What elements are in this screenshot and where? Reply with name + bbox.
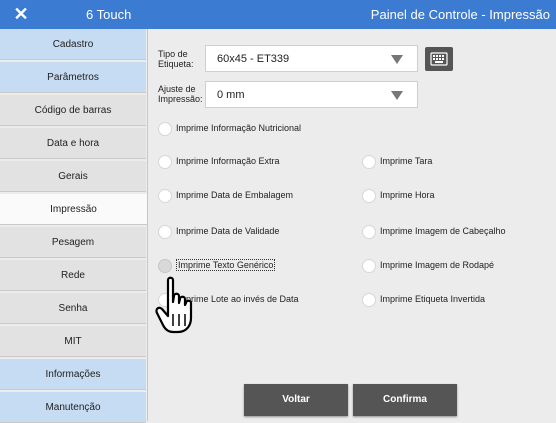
sidebar-item-pesagem[interactable]: Pesagem — [0, 227, 146, 258]
option-label: Imprime Imagem de Rodapé — [380, 260, 495, 270]
sidebar-item-data-e-hora[interactable]: Data e hora — [0, 128, 146, 159]
sidebar-item-gerais[interactable]: Gerais — [0, 161, 146, 192]
radio-button[interactable] — [362, 225, 376, 239]
sidebar-item-impressao[interactable]: Impressão — [0, 194, 147, 225]
sidebar-item-mit[interactable]: MIT — [0, 326, 146, 357]
option-label: Imprime Etiqueta Invertida — [380, 294, 486, 304]
print-adjust-label: Ajuste de Impressão: — [158, 84, 203, 104]
radio-button[interactable] — [362, 293, 376, 307]
option-label: Imprime Informação Extra — [176, 156, 280, 166]
radio-button[interactable] — [158, 225, 172, 239]
radio-button[interactable] — [362, 259, 376, 273]
sidebar-item-rede[interactable]: Rede — [0, 260, 146, 291]
close-icon[interactable]: ✕ — [10, 3, 32, 25]
confirm-button[interactable]: Confirma — [353, 384, 457, 416]
sidebar-item-codigo-de-barras[interactable]: Código de barras — [0, 95, 146, 126]
option-label: Imprime Lote ao invés de Data — [176, 294, 299, 304]
keyboard-button[interactable] — [425, 47, 453, 71]
device-name: 6 Touch — [86, 7, 132, 22]
sidebar-item-informacoes[interactable]: Informações — [0, 359, 146, 390]
title-bar: ✕ 6 Touch Painel de Controle - Impressão — [0, 0, 556, 29]
label-type-value: 60x45 - ET339 — [217, 53, 290, 65]
keyboard-icon — [430, 52, 448, 66]
sidebar-item-manutencao[interactable]: Manutenção — [0, 392, 146, 423]
back-button[interactable]: Voltar — [244, 384, 348, 416]
window-title: Painel de Controle - Impressão — [370, 7, 550, 22]
radio-button[interactable] — [362, 155, 376, 169]
radio-button[interactable] — [158, 155, 172, 169]
option-label: Imprime Data de Validade — [176, 226, 280, 236]
radio-button[interactable] — [158, 293, 172, 307]
print-adjust-value: 0 mm — [217, 89, 245, 101]
chevron-down-icon — [391, 55, 403, 64]
label-type-label: Tipo de Etiqueta: — [158, 49, 194, 69]
option-label: Imprime Tara — [380, 156, 433, 166]
option-label: Imprime Imagem de Cabeçalho — [380, 226, 506, 236]
option-label: Imprime Informação Nutricional — [176, 123, 302, 133]
radio-button[interactable] — [158, 259, 172, 273]
radio-button[interactable] — [362, 189, 376, 203]
sidebar-item-senha[interactable]: Senha — [0, 293, 146, 324]
sidebar-item-cadastro[interactable]: Cadastro — [0, 29, 146, 60]
sidebar: Cadastro Parâmetros Código de barras Dat… — [0, 29, 148, 423]
option-label: Imprime Hora — [380, 190, 435, 200]
print-settings-panel: Tipo de Etiqueta: 60x45 - ET339 Ajuste d… — [148, 29, 556, 421]
option-label: Imprime Data de Embalagem — [176, 190, 294, 200]
sidebar-item-parametros[interactable]: Parâmetros — [0, 62, 146, 93]
radio-button[interactable] — [158, 122, 172, 136]
chevron-down-icon — [391, 91, 403, 100]
radio-button[interactable] — [158, 189, 172, 203]
print-adjust-select[interactable]: 0 mm — [205, 81, 418, 108]
label-type-select[interactable]: 60x45 - ET339 — [205, 45, 418, 72]
option-label: Imprime Texto Genérico — [176, 259, 276, 271]
